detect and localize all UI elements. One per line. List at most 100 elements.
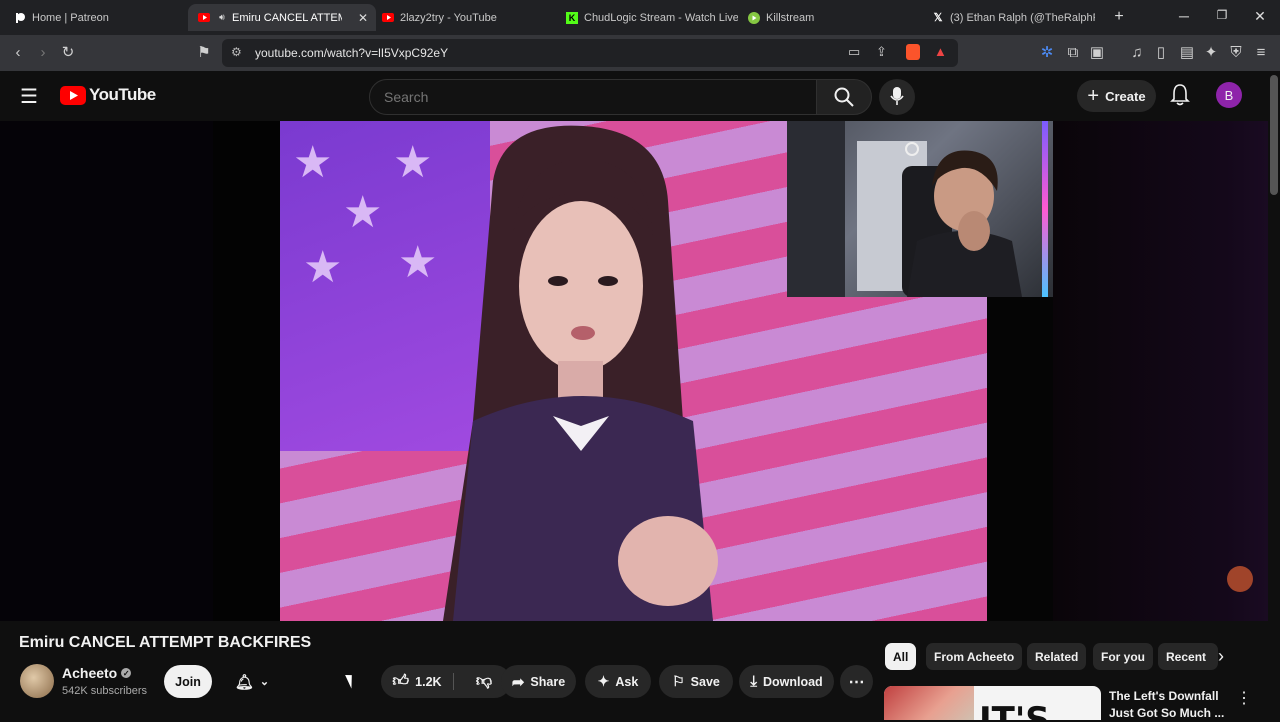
youtube-icon bbox=[382, 12, 394, 24]
tab-killstream[interactable]: Killstream bbox=[742, 4, 918, 31]
recommended-title-line: Just Got So Much ... bbox=[1109, 706, 1225, 720]
more-vertical-icon[interactable]: ⋮ bbox=[1236, 688, 1252, 708]
search-box[interactable] bbox=[369, 79, 818, 115]
tab-title: (3) Ethan Ralph (@TheRalphRet bbox=[950, 11, 1095, 24]
extensions-icon[interactable]: ⧉ bbox=[1062, 35, 1084, 71]
back-icon[interactable]: ‹ bbox=[7, 35, 29, 71]
sparkle-icon: ✦ bbox=[597, 673, 610, 689]
extension-blue-icon[interactable]: ✲ bbox=[1036, 35, 1058, 71]
share-label: Share bbox=[530, 674, 566, 689]
voice-search-button[interactable] bbox=[879, 79, 915, 115]
star-shape: ★ bbox=[303, 243, 343, 292]
video-subject-figure bbox=[443, 125, 718, 621]
like-dislike-group: 👍︎ 1.2K 👎︎ bbox=[381, 665, 511, 698]
leo-ai-icon[interactable]: ✦ bbox=[1200, 35, 1222, 71]
subscription-bell-button[interactable]: 🔔︎ ⌄ bbox=[222, 665, 282, 698]
tab-title: Emiru CANCEL ATTEMPT bbox=[232, 11, 342, 24]
tab-title: 2lazy2try - YouTube bbox=[400, 11, 497, 24]
verified-icon: ✓ bbox=[121, 668, 132, 678]
youtube-logo[interactable]: YouTube bbox=[60, 85, 156, 105]
patreon-icon bbox=[14, 12, 26, 24]
url-text[interactable]: youtube.com/watch?v=lI5VxpC92eY bbox=[255, 46, 448, 60]
create-button[interactable]: + Create bbox=[1077, 80, 1156, 112]
recommended-video-thumbnail[interactable]: IT'S bbox=[884, 686, 1101, 720]
subscriber-count: 542K subscribers bbox=[62, 685, 147, 697]
floating-emoji-avatar[interactable] bbox=[1227, 566, 1253, 592]
chevron-right-icon[interactable]: › bbox=[1218, 646, 1224, 667]
search-input[interactable] bbox=[382, 86, 806, 108]
star-shape: ★ bbox=[343, 188, 383, 237]
bookmark-icon[interactable]: ⚑ bbox=[193, 35, 215, 71]
reader-icon[interactable]: ▣ bbox=[1086, 35, 1108, 71]
menu-icon[interactable]: ≡ bbox=[1250, 35, 1272, 71]
microphone-icon bbox=[890, 87, 904, 105]
chip-all[interactable]: All bbox=[885, 643, 917, 670]
tab-patreon[interactable]: Home | Patreon bbox=[8, 4, 192, 31]
search-icon bbox=[834, 87, 854, 107]
tab-title: ChudLogic Stream - Watch Live bbox=[584, 11, 738, 24]
notifications-button[interactable] bbox=[1170, 83, 1190, 112]
tab-emiru-video[interactable]: 🔊︎ Emiru CANCEL ATTEMPT ✕ bbox=[188, 4, 376, 31]
share-button[interactable]: ➦ Share bbox=[501, 665, 576, 698]
youtube-wordmark: YouTube bbox=[89, 85, 156, 104]
channel-name-row[interactable]: Acheeto ✓ bbox=[62, 665, 132, 681]
speaker-icon: 🔊︎ bbox=[219, 12, 225, 22]
sidebar-icon[interactable]: ▯ bbox=[1150, 35, 1172, 71]
new-tab-icon[interactable]: + bbox=[1109, 8, 1129, 26]
recommended-video-title[interactable]: The Left's Downfall Just Got So Much ... bbox=[1109, 688, 1224, 722]
close-window-icon[interactable]: ✕ bbox=[1250, 8, 1270, 25]
webcam-person bbox=[902, 150, 1022, 297]
tab-ethan-ralph[interactable]: 𝕏 (3) Ethan Ralph (@TheRalphRet bbox=[926, 4, 1102, 31]
account-avatar[interactable]: B bbox=[1216, 82, 1242, 108]
plus-icon: + bbox=[1087, 84, 1100, 107]
chip-related[interactable]: Related bbox=[1027, 643, 1087, 670]
tab-2lazy2try[interactable]: 2lazy2try - YouTube bbox=[376, 4, 552, 31]
join-button[interactable]: Join bbox=[164, 665, 212, 698]
bell-icon: 🔔︎ bbox=[234, 673, 254, 691]
webcam-ring bbox=[905, 142, 919, 156]
page-scrollbar[interactable] bbox=[1270, 75, 1278, 195]
chip-recent[interactable]: Recent bbox=[1158, 643, 1218, 670]
youtube-header: ☰ YouTube + Create B bbox=[0, 71, 1280, 121]
like-button[interactable]: 👍︎ 1.2K bbox=[381, 665, 453, 698]
hamburger-menu-icon[interactable]: ☰ bbox=[20, 84, 38, 109]
video-title: Emiru CANCEL ATTEMPT BACKFIRES bbox=[19, 634, 312, 651]
video-letterbox bbox=[987, 297, 1053, 621]
chip-for-you[interactable]: For you bbox=[1093, 643, 1153, 670]
restore-icon[interactable]: ❐ bbox=[1212, 8, 1232, 22]
search-button[interactable] bbox=[816, 79, 872, 115]
brave-shields-icon[interactable] bbox=[906, 44, 920, 60]
tab-chudlogic[interactable]: K ChudLogic Stream - Watch Live bbox=[560, 4, 738, 31]
more-horizontal-icon: ⋯ bbox=[848, 673, 865, 691]
tab-title: Killstream bbox=[766, 11, 815, 24]
channel-avatar[interactable] bbox=[20, 664, 54, 698]
ask-label: Ask bbox=[615, 674, 639, 689]
cast-icon[interactable]: ▭ bbox=[848, 44, 860, 60]
forward-icon[interactable]: › bbox=[32, 35, 54, 71]
brave-rewards-icon[interactable]: ▲ bbox=[934, 44, 947, 59]
video-player[interactable]: ★ ★ ★ ★ ★ bbox=[213, 121, 1053, 621]
reload-icon[interactable]: ↻ bbox=[57, 35, 79, 71]
more-actions-button[interactable]: ⋯ bbox=[840, 665, 873, 698]
wallet-icon[interactable]: ▤ bbox=[1176, 35, 1198, 71]
download-icon: ⤓ bbox=[750, 673, 757, 690]
divider bbox=[453, 673, 454, 690]
address-bar[interactable]: ⚙ youtube.com/watch?v=lI5VxpC92eY ▭ ⇪ ▲ bbox=[222, 39, 958, 67]
download-button[interactable]: ⤓ Download bbox=[739, 665, 834, 698]
save-button[interactable]: ⚐ Save bbox=[659, 665, 733, 698]
channel-name[interactable]: Acheeto bbox=[62, 665, 117, 681]
ask-button[interactable]: ✦ Ask bbox=[585, 665, 651, 698]
vpn-icon[interactable]: ⛨ bbox=[1225, 35, 1247, 71]
site-info-icon[interactable]: ⚙ bbox=[231, 45, 242, 59]
player-left-bg bbox=[0, 121, 213, 621]
x-icon: 𝕏 bbox=[933, 12, 943, 24]
player-right-bg bbox=[1053, 121, 1268, 621]
rumble-icon bbox=[748, 11, 760, 24]
share-page-icon[interactable]: ⇪ bbox=[876, 44, 887, 60]
browser-tab-strip: Home | Patreon 🔊︎ Emiru CANCEL ATTEMPT ✕… bbox=[0, 0, 1280, 35]
chip-from-channel[interactable]: From Acheeto bbox=[926, 643, 1023, 670]
minimize-icon[interactable]: ─ bbox=[1174, 8, 1194, 24]
media-icon[interactable]: ♫ bbox=[1126, 35, 1148, 71]
kick-icon: K bbox=[566, 11, 578, 24]
close-tab-icon[interactable]: ✕ bbox=[358, 11, 368, 25]
